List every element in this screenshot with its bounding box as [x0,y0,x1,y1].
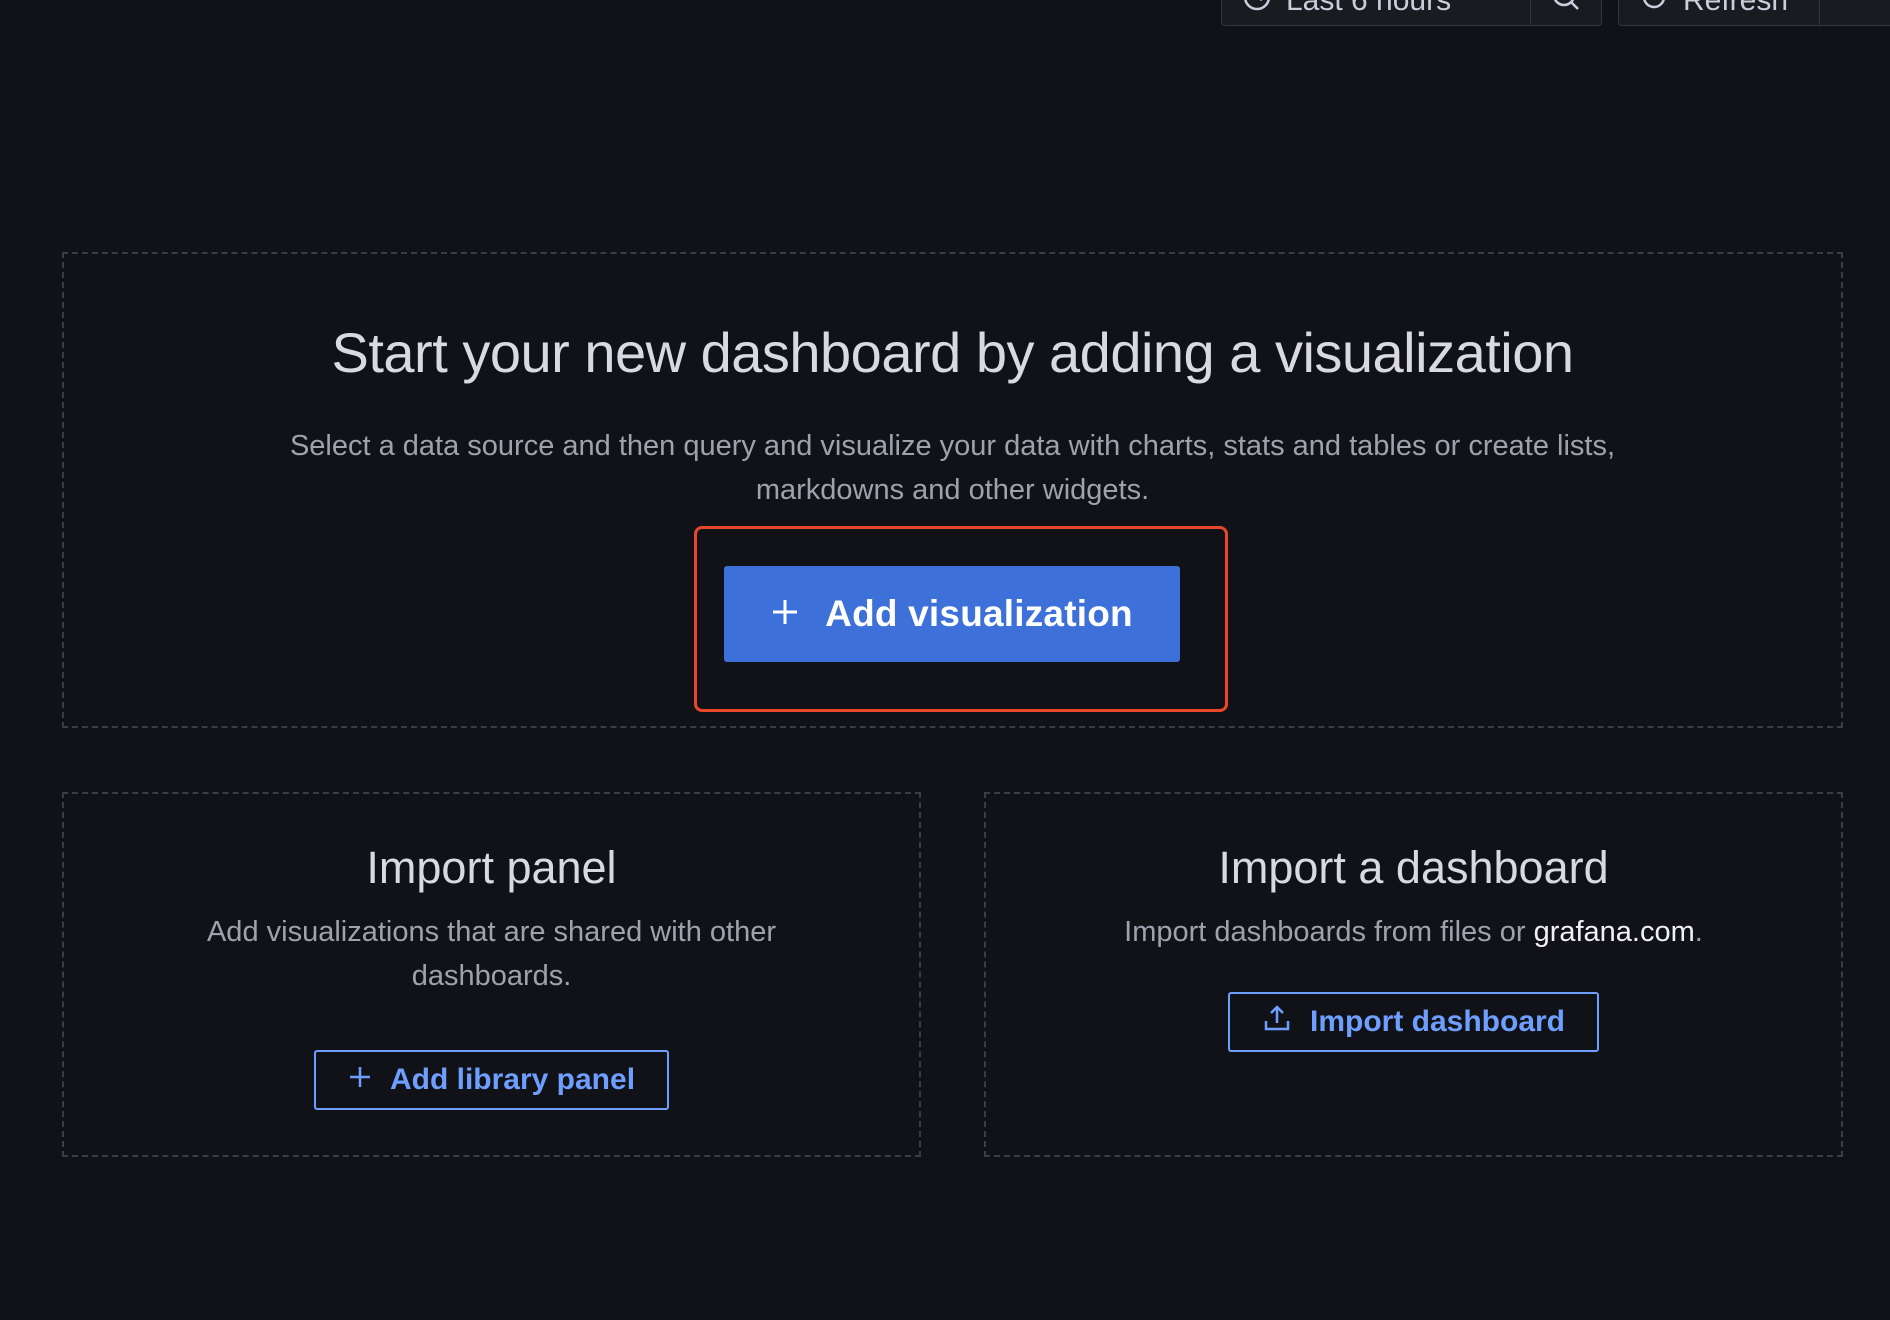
plus-icon [771,593,799,635]
time-controls: Last 6 hours [1221,0,1602,26]
import-dashboard-title: Import a dashboard [1218,842,1609,893]
refresh-icon [1639,0,1669,20]
add-visualization-button[interactable]: Add visualization [724,566,1180,662]
dashboard-toolbar: Last 6 hours Refresh [1221,0,1890,26]
grafana-com-link[interactable]: grafana.com [1534,916,1695,948]
zoom-out-button[interactable] [1531,0,1601,25]
import-dashboard-card: Import a dashboard Import dashboards fro… [984,792,1843,1157]
add-library-panel-button[interactable]: Add library panel [313,1050,670,1110]
import-dashboard-label: Import dashboard [1309,1005,1565,1038]
import-dashboard-button[interactable]: Import dashboard [1227,992,1599,1052]
import-panel-title: Import panel [366,842,617,893]
time-range-picker[interactable]: Last 6 hours [1222,0,1531,25]
import-panel-description: Add visualizations that are shared with … [206,916,777,992]
plus-icon [348,1063,372,1097]
empty-dashboard-title: Start your new dashboard by adding a vis… [331,321,1575,384]
import-panel-card: Import panel Add visualizations that are… [62,792,921,1157]
add-library-panel-label: Add library panel [389,1063,636,1096]
time-range-label: Last 6 hours [1286,0,1452,17]
import-dashboard-description: Import dashboards from files or grafana.… [1034,910,1794,954]
upload-icon [1262,1003,1292,1041]
empty-dashboard-description: Select a data source and then query and … [289,430,1616,506]
refresh-button[interactable]: Refresh [1619,0,1820,25]
refresh-controls: Refresh [1618,0,1890,26]
add-visualization-label: Add visualization [825,593,1133,634]
refresh-interval-dropdown[interactable] [1820,0,1890,25]
import-dashboard-description-prefix: Import dashboards from files or [1124,916,1534,948]
zoom-out-icon [1551,0,1581,20]
import-dashboard-description-suffix: . [1694,916,1703,948]
refresh-label: Refresh [1683,0,1789,17]
clock-icon [1242,0,1272,20]
